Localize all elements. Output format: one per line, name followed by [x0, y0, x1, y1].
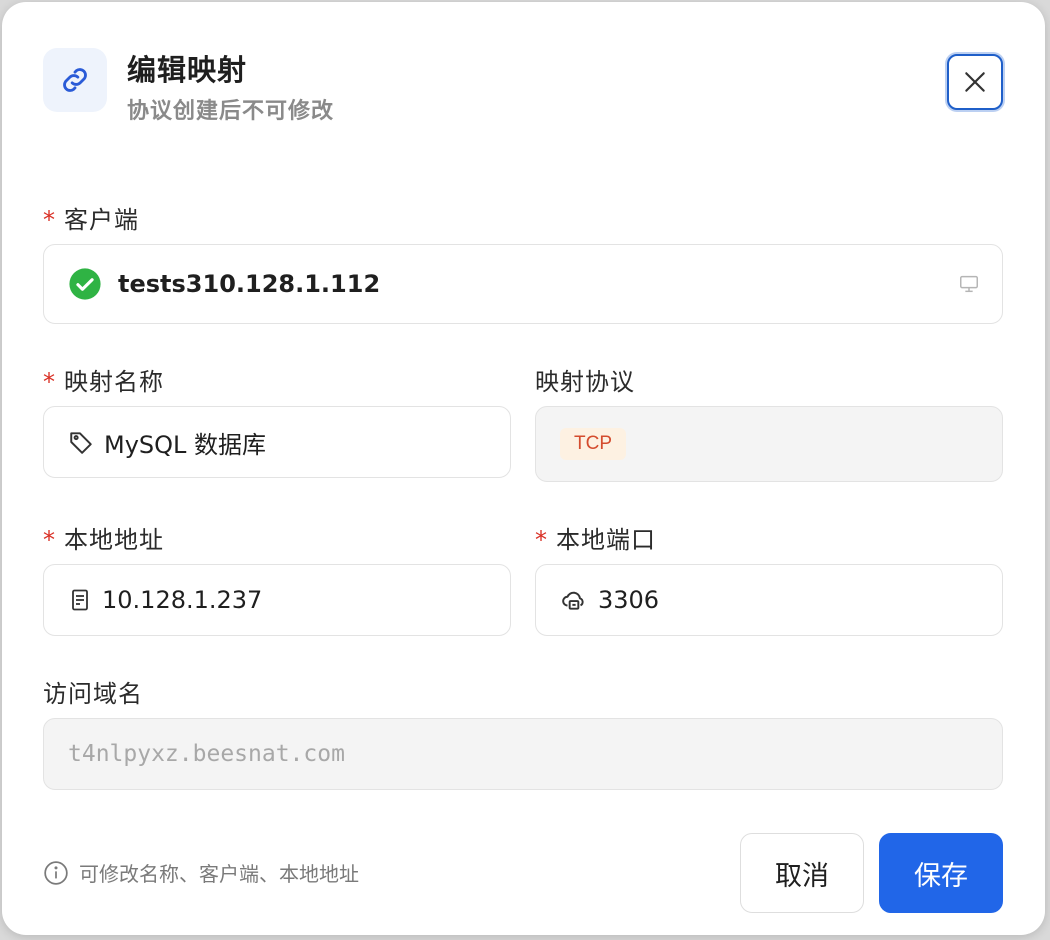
- link-icon: [43, 48, 107, 112]
- monitor-icon: [960, 275, 978, 293]
- client-label: * 客户端: [43, 206, 139, 234]
- dialog-title: 编辑映射: [127, 53, 248, 87]
- domain-value: t4nlpyxz.beesnat.com: [68, 741, 345, 767]
- local-address-label: * 本地地址: [43, 526, 164, 554]
- client-select[interactable]: tests310.128.1.112: [43, 244, 1003, 324]
- info-icon: [44, 860, 68, 885]
- domain-field: t4nlpyxz.beesnat.com: [43, 718, 1003, 790]
- mapping-name-label: * 映射名称: [43, 368, 164, 396]
- mapping-name-input[interactable]: MySQL 数据库: [43, 406, 511, 478]
- close-button[interactable]: [947, 54, 1003, 110]
- local-port-value: 3306: [598, 586, 660, 614]
- local-port-label: * 本地端口: [535, 526, 656, 554]
- local-address-input[interactable]: 10.128.1.237: [43, 564, 511, 636]
- local-port-input[interactable]: 3306: [535, 564, 1003, 636]
- tag-icon: [68, 429, 94, 455]
- save-button[interactable]: 保存: [879, 833, 1003, 913]
- server-icon: [68, 587, 92, 613]
- domain-label: 访问域名: [43, 680, 143, 708]
- mapping-name-value: MySQL 数据库: [104, 430, 267, 459]
- footer-hint-text: 可修改名称、客户端、本地地址: [79, 862, 359, 886]
- cancel-button[interactable]: 取消: [740, 833, 864, 913]
- check-circle-icon: [69, 268, 101, 300]
- required-mark: *: [43, 206, 56, 234]
- local-address-value: 10.128.1.237: [102, 586, 263, 614]
- protocol-label: 映射协议: [535, 368, 635, 396]
- client-value: tests310.128.1.112: [118, 270, 381, 298]
- protocol-badge: TCP: [560, 428, 626, 460]
- footer-hint: 可修改名称、客户端、本地地址: [43, 858, 359, 887]
- close-icon: [965, 72, 985, 92]
- dialog-subtitle: 协议创建后不可修改: [127, 99, 335, 124]
- edit-mapping-dialog: 编辑映射 协议创建后不可修改 * 客户端 tests310.128.1.112 *…: [2, 2, 1045, 935]
- protocol-field: TCP: [535, 406, 1003, 482]
- cloud-port-icon: [560, 587, 588, 613]
